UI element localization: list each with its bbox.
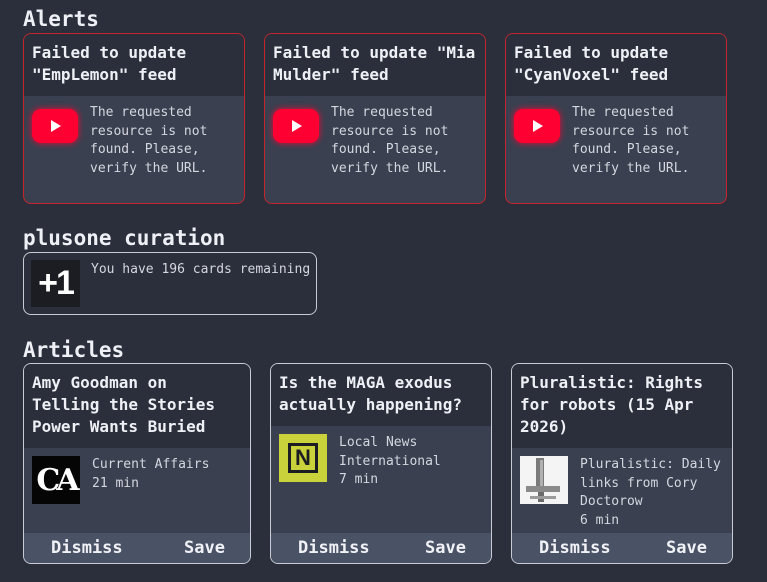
article-source: Local News International bbox=[339, 435, 441, 469]
alert-card-cyanvoxel[interactable]: Failed to update "CyanVoxel" feed The re… bbox=[505, 33, 727, 204]
article-card[interactable]: Is the MAGA exodus actually happening? N… bbox=[270, 363, 492, 564]
article-actions: Dismiss Save bbox=[24, 533, 250, 563]
alerts-heading: Alerts bbox=[23, 7, 99, 31]
pluralistic-logo-art bbox=[526, 458, 560, 502]
article-actions: Dismiss Save bbox=[271, 533, 491, 563]
pluralistic-logo bbox=[520, 456, 568, 504]
article-read-time: 7 min bbox=[339, 472, 379, 487]
article-card[interactable]: Amy Goodman on Telling the Stories Power… bbox=[23, 363, 251, 564]
save-button[interactable]: Save bbox=[425, 538, 466, 558]
alert-title: Failed to update "EmpLemon" feed bbox=[24, 34, 244, 96]
plusone-logo: +1 bbox=[31, 260, 80, 307]
alert-title: Failed to update "Mia Mulder" feed bbox=[265, 34, 485, 96]
current-affairs-logo: CA bbox=[32, 456, 80, 504]
save-button[interactable]: Save bbox=[666, 538, 707, 558]
dismiss-button[interactable]: Dismiss bbox=[539, 538, 611, 558]
local-news-logo-frame: N bbox=[288, 443, 318, 473]
dismiss-button[interactable]: Dismiss bbox=[51, 538, 123, 558]
cards-remaining-text: You have 196 cards remaining bbox=[91, 262, 311, 277]
article-actions: Dismiss Save bbox=[512, 533, 732, 563]
article-title[interactable]: Amy Goodman on Telling the Stories Power… bbox=[24, 364, 250, 448]
article-title[interactable]: Pluralistic: Rights for robots (15 Apr 2… bbox=[512, 364, 732, 448]
article-meta: Local News International 7 min bbox=[339, 434, 483, 490]
alert-card-mia-mulder[interactable]: Failed to update "Mia Mulder" feed The r… bbox=[264, 33, 486, 204]
article-card[interactable]: Pluralistic: Rights for robots (15 Apr 2… bbox=[511, 363, 733, 564]
youtube-icon bbox=[514, 109, 560, 143]
article-read-time: 6 min bbox=[580, 512, 620, 528]
local-news-logo: N bbox=[279, 434, 327, 482]
save-button[interactable]: Save bbox=[184, 538, 225, 558]
article-meta: Pluralistic: Daily links from Cory Docto… bbox=[580, 456, 724, 530]
current-affairs-logo-text: CA bbox=[36, 462, 79, 498]
local-news-logo-text: N bbox=[295, 445, 311, 470]
plusone-logo-text: +1 bbox=[38, 264, 75, 302]
curation-heading: plusone curation bbox=[23, 226, 226, 250]
article-title[interactable]: Is the MAGA exodus actually happening? bbox=[271, 364, 491, 426]
alert-message: The requested resource is not found. Ple… bbox=[331, 105, 449, 176]
alert-message: The requested resource is not found. Ple… bbox=[90, 105, 208, 176]
alert-title: Failed to update "CyanVoxel" feed bbox=[506, 34, 726, 96]
article-meta: Current Affairs 21 min bbox=[92, 456, 209, 504]
youtube-icon bbox=[32, 109, 78, 143]
alert-card-emplemon[interactable]: Failed to update "EmpLemon" feed The req… bbox=[23, 33, 245, 204]
article-read-time: 21 min bbox=[92, 475, 139, 491]
curation-card[interactable]: +1 You have 196 cards remaining bbox=[23, 252, 317, 315]
articles-heading: Articles bbox=[23, 338, 125, 362]
dismiss-button[interactable]: Dismiss bbox=[298, 538, 370, 558]
article-source: Pluralistic: Daily links from Cory Docto… bbox=[580, 457, 721, 509]
article-source: Current Affairs bbox=[92, 457, 210, 472]
alert-message: The requested resource is not found. Ple… bbox=[572, 105, 690, 176]
youtube-icon bbox=[273, 109, 319, 143]
